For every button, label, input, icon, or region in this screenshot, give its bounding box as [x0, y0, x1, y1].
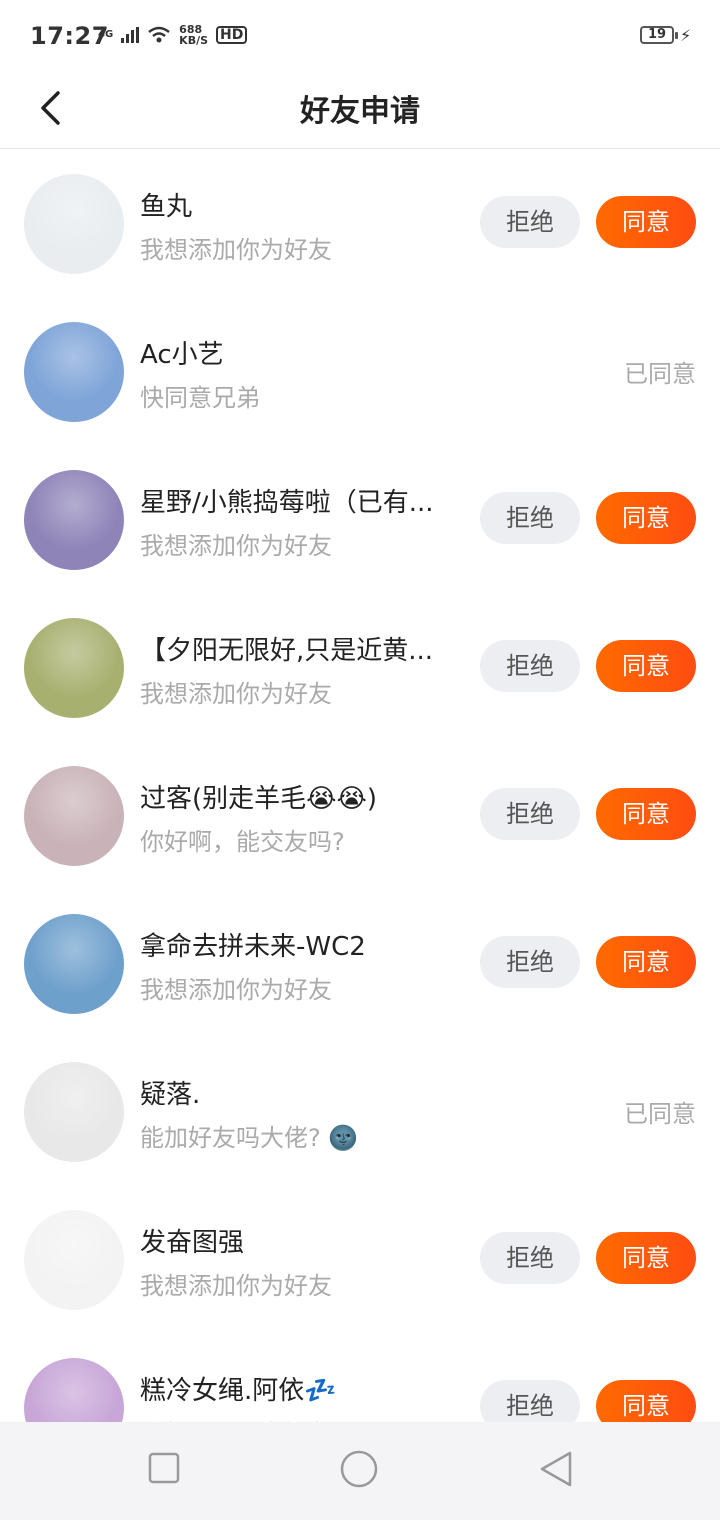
avatar[interactable]: [24, 470, 124, 570]
request-message: 我想添加你为好友: [140, 1414, 465, 1422]
charging-icon: ⚡: [680, 26, 692, 45]
requester-name: 鱼丸: [140, 192, 193, 222]
reject-button[interactable]: 拒绝: [480, 492, 580, 544]
avatar[interactable]: [24, 174, 124, 274]
avatar[interactable]: [24, 766, 124, 866]
avatar[interactable]: [24, 322, 124, 422]
avatar[interactable]: [24, 618, 124, 718]
status-bar: 17:27 4G 688 KB/S HD 19 ⚡: [0, 0, 720, 72]
home-button[interactable]: [340, 1450, 378, 1492]
reject-button[interactable]: 拒绝: [480, 196, 580, 248]
speed-unit: KB/S: [179, 34, 209, 47]
circle-icon: [340, 1450, 378, 1488]
battery-level: 19: [647, 27, 667, 42]
accept-button[interactable]: 同意: [596, 1380, 696, 1422]
request-message: 我想添加你为好友: [140, 976, 332, 1004]
request-row[interactable]: 发奋图强我想添加你为好友 拒绝 同意: [0, 1186, 720, 1334]
requester-name: 糕冷女绳.阿依💤: [140, 1376, 337, 1406]
requester-name: 【夕阳无限好,只是近黄...: [140, 636, 434, 666]
system-nav-bar: [0, 1422, 720, 1520]
hd-icon: HD: [216, 26, 248, 44]
request-row[interactable]: 疑落. 能加好友吗大佬? 🌚 已同意: [0, 1038, 720, 1186]
triangle-back-icon: [540, 1451, 572, 1487]
cellular-signal-icon: [121, 27, 140, 43]
requester-name: Ac小艺: [140, 340, 224, 370]
page-title: 好友申请: [300, 94, 420, 129]
recent-apps-button[interactable]: [148, 1452, 180, 1488]
request-row[interactable]: 拿命去拼未来-WC2 我想添加你为好友 拒绝 同意: [0, 890, 720, 1038]
request-message: 你好啊，能交友吗?: [140, 828, 345, 856]
network-type: 4G: [98, 29, 114, 40]
avatar[interactable]: [24, 1358, 124, 1422]
requester-name: 星野/小熊捣莓啦（已有...: [140, 488, 434, 518]
friend-request-list: 鱼丸 我想添加你为好友 拒绝 同意 Ac小艺 快同意兄弟 已同意 星野/小熊捣莓啦（已有...…: [0, 150, 720, 1422]
accept-button[interactable]: 同意: [596, 1232, 696, 1284]
request-message: 我想添加你为好友: [140, 680, 332, 708]
avatar[interactable]: [24, 1210, 124, 1310]
request-message: 我想添加你为好友: [140, 532, 332, 560]
accept-button[interactable]: 同意: [596, 640, 696, 692]
requester-name: 拿命去拼未来-WC2: [140, 932, 366, 962]
network-speed: 688 KB/S: [179, 24, 208, 46]
request-message: 快同意兄弟: [140, 384, 260, 412]
back-nav-button[interactable]: [538, 1450, 574, 1492]
requester-name: 发奋图强: [140, 1228, 245, 1258]
accept-button[interactable]: 同意: [596, 936, 696, 988]
request-row[interactable]: 糕冷女绳.阿依💤 我想添加你为好友 拒绝同意: [0, 1334, 720, 1422]
requester-name: 疑落.: [140, 1080, 201, 1110]
request-row[interactable]: 星野/小熊捣莓啦（已有... 我想添加你为好友 拒绝 同意: [0, 446, 720, 594]
requester-name: 过客(别走羊毛😭😭): [140, 784, 378, 814]
request-row[interactable]: 【夕阳无限好,只是近黄... 我想添加你为好友 拒绝 同意: [0, 594, 720, 742]
accepted-label: 已同意: [624, 360, 696, 388]
reject-button[interactable]: 拒绝: [480, 640, 580, 692]
avatar[interactable]: [24, 914, 124, 1014]
request-message: 我想添加你为好友: [140, 1272, 332, 1300]
accept-button[interactable]: 同意: [596, 492, 696, 544]
status-icons: 4G 688 KB/S HD: [98, 24, 248, 46]
request-message: 能加好友吗大佬? 🌚: [140, 1124, 359, 1152]
accepted-label: 已同意: [624, 1100, 696, 1128]
reject-button[interactable]: 拒绝: [480, 788, 580, 840]
wifi-icon: [148, 26, 170, 43]
reject-button[interactable]: 拒绝: [480, 936, 580, 988]
reject-button[interactable]: 拒绝: [480, 1380, 580, 1422]
request-message: 我想添加你为好友: [140, 236, 332, 264]
accept-button[interactable]: 同意: [596, 196, 696, 248]
avatar[interactable]: [24, 1062, 124, 1162]
request-row[interactable]: Ac小艺快同意兄弟 已同意: [0, 298, 720, 446]
square-icon: [148, 1452, 180, 1484]
nav-bar: 好友申请: [0, 72, 720, 149]
accept-button[interactable]: 同意: [596, 788, 696, 840]
battery-icon: 19: [640, 26, 678, 44]
request-row[interactable]: 过客(别走羊毛😭😭) 你好啊，能交友吗? 拒绝 同意: [0, 742, 720, 890]
reject-button[interactable]: 拒绝: [480, 1232, 580, 1284]
request-row[interactable]: 鱼丸我想添加你为好友 拒绝 同意: [0, 150, 720, 298]
